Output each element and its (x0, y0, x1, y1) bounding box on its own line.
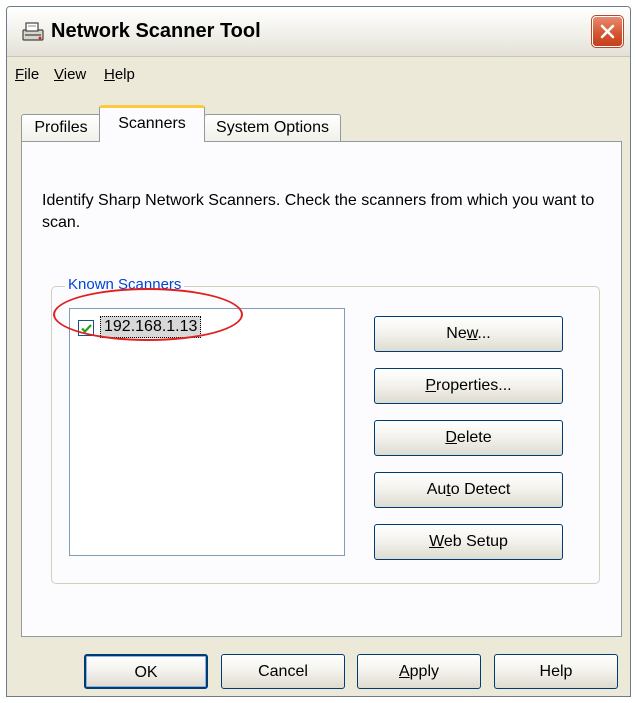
web-setup-button-mnemonic: W (429, 533, 444, 550)
menu-bar: File View Help (7, 57, 630, 91)
tab-scanners[interactable]: Scanners (99, 105, 205, 142)
new-button[interactable]: New... (374, 316, 563, 352)
new-button-label-pre: Ne (446, 325, 467, 342)
help-button[interactable]: Help (494, 654, 618, 689)
checkmark-icon (81, 324, 92, 334)
cancel-button[interactable]: Cancel (221, 654, 345, 689)
known-scanners-legend: Known Scanners (65, 276, 185, 293)
ok-button[interactable]: OK (84, 654, 208, 689)
tab-profiles[interactable]: Profiles (21, 114, 101, 141)
menu-file-mnemonic: F (15, 66, 25, 83)
delete-button-mnemonic: D (445, 429, 457, 446)
web-setup-button[interactable]: Web Setup (374, 524, 563, 560)
apply-button-mnemonic: A (398, 663, 410, 680)
known-scanners-group: Known Scanners 192.168.1.13 New... Prope… (51, 276, 600, 584)
menu-file-label: ile (24, 66, 40, 83)
menu-help-label: elp (114, 66, 135, 83)
new-button-label-post: ... (477, 325, 491, 342)
web-setup-button-label-post: eb Setup (443, 533, 508, 550)
apply-button-label-post: pply (409, 663, 440, 680)
scanner-checkbox[interactable] (78, 320, 94, 336)
window-title: Network Scanner Tool (51, 20, 261, 42)
properties-button[interactable]: Properties... (374, 368, 563, 404)
close-button[interactable] (591, 15, 624, 48)
menu-file[interactable]: File (15, 66, 39, 83)
scanner-list[interactable]: 192.168.1.13 (69, 308, 345, 556)
auto-detect-button[interactable]: Auto Detect (374, 472, 563, 508)
menu-view-mnemonic: V (54, 66, 64, 83)
properties-button-mnemonic: P (425, 377, 437, 394)
close-icon (600, 24, 615, 39)
menu-view[interactable]: View (54, 66, 86, 83)
apply-button[interactable]: Apply (357, 654, 481, 689)
scanners-tab-panel: Identify Sharp Network Scanners. Check t… (21, 141, 622, 637)
scanner-app-icon (20, 20, 46, 44)
auto-detect-button-label-pre: Au (426, 481, 447, 498)
menu-help-mnemonic: H (104, 66, 115, 83)
title-bar[interactable]: Network Scanner Tool (7, 7, 630, 57)
delete-button[interactable]: Delete (374, 420, 563, 456)
properties-button-label-post: roperties... (436, 377, 512, 394)
menu-help[interactable]: Help (104, 66, 135, 83)
delete-button-label-post: elete (456, 429, 492, 446)
panel-description: Identify Sharp Network Scanners. Check t… (42, 192, 595, 231)
auto-detect-button-label-post: o Detect (450, 481, 511, 498)
dialog-window: Network Scanner Tool File View Help Prof… (6, 6, 631, 697)
new-button-mnemonic: w (466, 325, 478, 342)
menu-view-label: iew (63, 66, 87, 83)
scanner-item-label: 192.168.1.13 (100, 316, 202, 338)
tab-system-options[interactable]: System Options (204, 114, 341, 141)
